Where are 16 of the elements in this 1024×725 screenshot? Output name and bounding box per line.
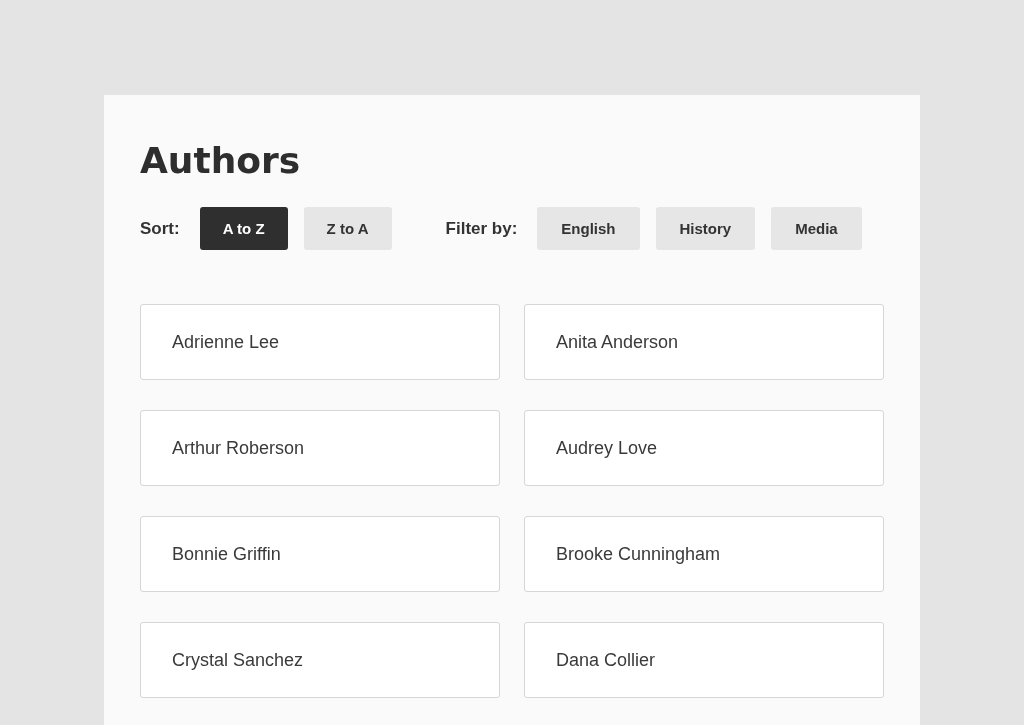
author-card[interactable]: Brooke Cunningham bbox=[524, 516, 884, 592]
author-card[interactable]: Bonnie Griffin bbox=[140, 516, 500, 592]
filter-button[interactable]: English bbox=[537, 207, 640, 250]
author-card[interactable]: Dana Collier bbox=[524, 622, 884, 698]
sort-button[interactable]: Z to A bbox=[303, 207, 392, 250]
filter-label: Filter by: bbox=[445, 218, 518, 239]
author-card[interactable]: Arthur Roberson bbox=[140, 410, 500, 486]
sort-label: Sort: bbox=[140, 218, 180, 239]
author-card[interactable]: Anita Anderson bbox=[524, 304, 884, 380]
author-card[interactable]: Adrienne Lee bbox=[140, 304, 500, 380]
author-card[interactable]: Audrey Love bbox=[524, 410, 884, 486]
author-card[interactable]: Crystal Sanchez bbox=[140, 622, 500, 698]
filter-button[interactable]: History bbox=[655, 207, 756, 250]
page-title: Authors bbox=[140, 139, 302, 183]
filter-button[interactable]: Media bbox=[771, 207, 862, 250]
sort-button[interactable]: A to Z bbox=[199, 207, 288, 250]
